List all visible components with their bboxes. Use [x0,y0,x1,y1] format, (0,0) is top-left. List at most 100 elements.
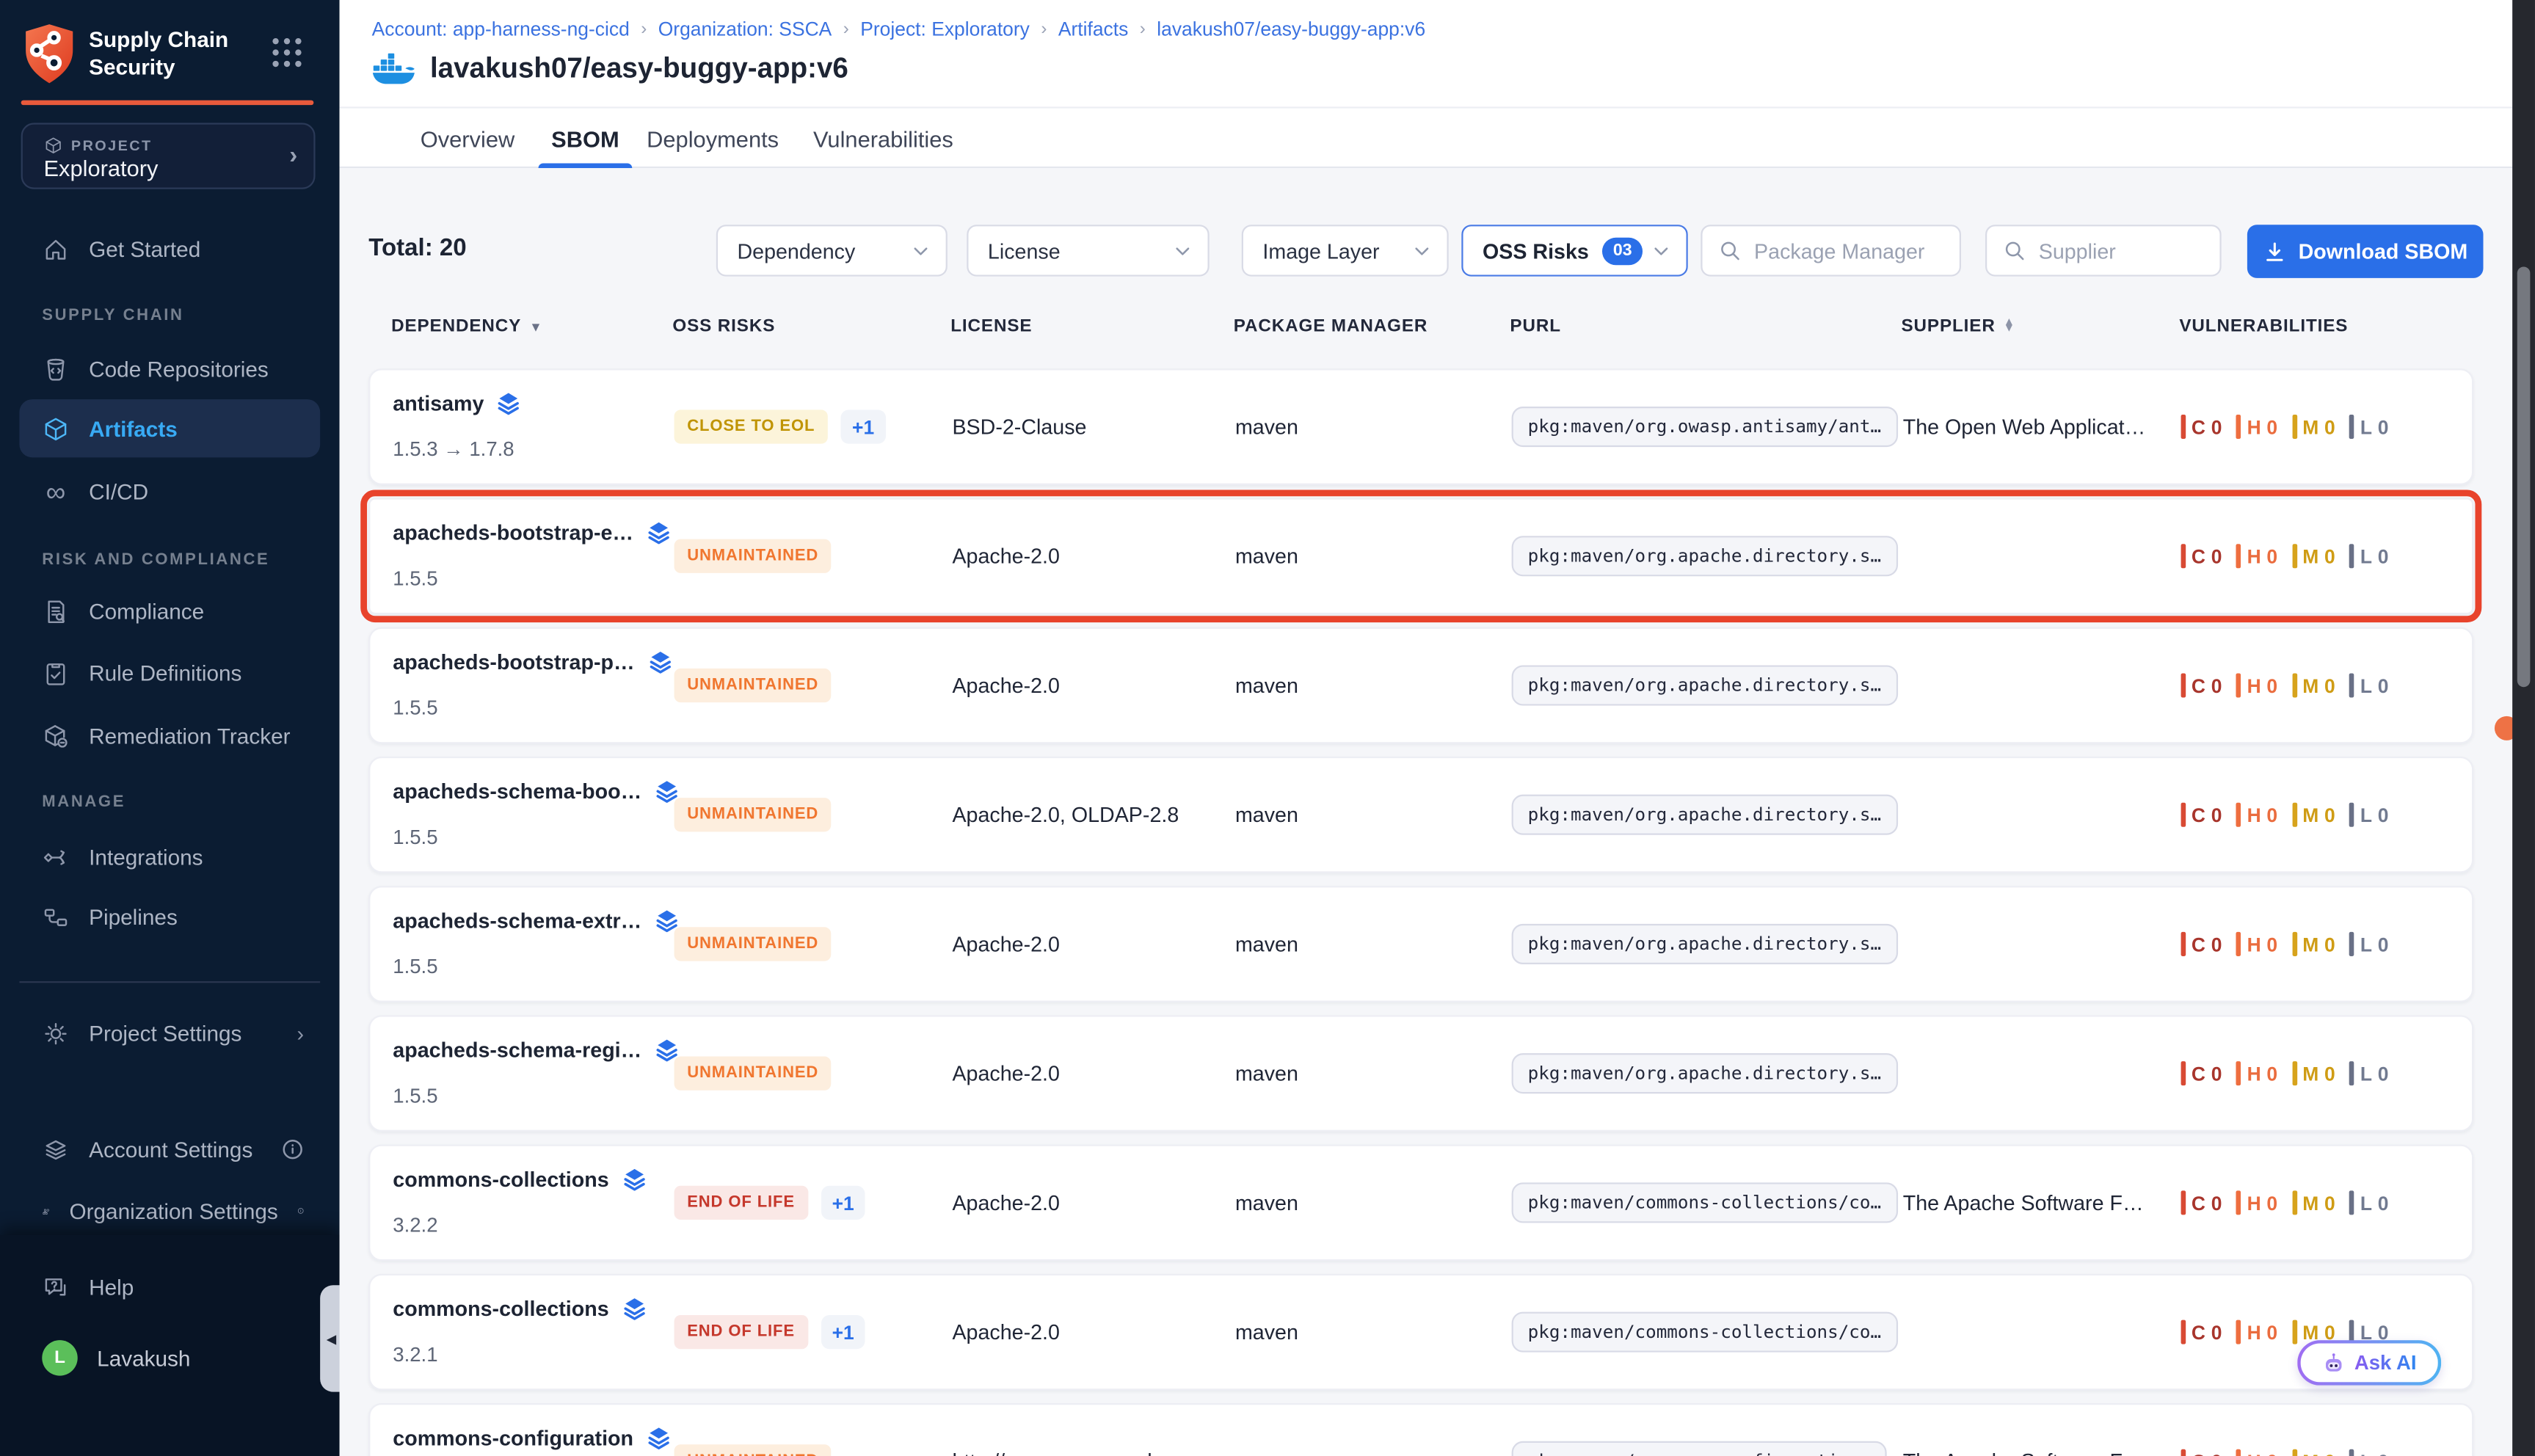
download-sbom-button[interactable]: Download SBOM [2247,225,2484,278]
docker-icon [372,51,415,85]
compliance-document-icon [42,597,69,625]
sidebar: Supply Chain Security PROJECT Explorator… [0,0,340,1456]
table-row[interactable]: apacheds-bootstrap-e… 1.5.5 UNMAINTAINED… [368,498,2473,614]
sidebar-item-cicd[interactable]: ∞ CI/CD [19,462,320,520]
sidebar-item-user[interactable]: L Lavakush [19,1329,320,1387]
oss-risk-badge: END OF LIFE [674,1186,808,1220]
sidebar-item-pipelines[interactable]: Pipelines [19,887,320,945]
license-cell: Apache-2.0 [952,1320,1059,1344]
tab-vulnerabilities[interactable]: Vulnerabilities [813,109,953,169]
purl-pill[interactable]: pkg:maven/org.apache.directory.s… [1512,795,1897,835]
purl-pill[interactable]: pkg:maven/org.apache.directory.s… [1512,665,1897,705]
package-manager-search-input[interactable]: Package Manager [1701,225,1961,276]
sidebar-item-label: Artifacts [89,416,304,440]
sidebar-item-integrations[interactable]: Integrations [19,828,320,886]
dropdown-label: Image Layer [1262,239,1379,263]
sidebar-item-account-settings[interactable]: Account Settings [19,1121,320,1179]
sidebar-item-compliance[interactable]: Compliance [19,582,320,640]
table-row[interactable]: commons-collections 3.2.2 END OF LIFE+1 … [368,1145,2473,1262]
dependency-filter-dropdown[interactable]: Dependency [716,225,948,276]
purl-pill[interactable]: pkg:maven/org.apache.directory.s… [1512,536,1897,576]
sbom-content: Total: 20 Dependency License Image Layer… [340,168,2535,1456]
tab-overview[interactable]: Overview [421,109,515,169]
sidebar-item-artifacts[interactable]: Artifacts [19,399,320,457]
tab-deployments[interactable]: Deployments [647,109,779,169]
vuln-high: H0 [2236,415,2277,439]
sidebar-item-get-started[interactable]: Get Started [19,220,320,278]
vuln-counts: C0H0M0L0 [2181,1449,2389,1456]
vuln-low: L0 [2350,1449,2389,1456]
table-row[interactable]: commons-collections 3.2.1 END OF LIFE+1 … [368,1274,2473,1391]
more-risks-badge[interactable]: +1 [821,1315,865,1349]
brand-divider [21,101,314,105]
page-title: lavakush07/easy-buggy-app:v6 [430,51,848,85]
sidebar-item-rule-definitions[interactable]: Rule Definitions [19,644,320,702]
project-selector[interactable]: PROJECT Exploratory › [21,123,316,189]
integrations-icon [42,843,69,870]
sidebar-item-project-settings[interactable]: Project Settings › [19,1004,320,1062]
table-row[interactable]: apacheds-bootstrap-p… 1.5.5 UNMAINTAINED… [368,627,2473,744]
app-switcher-icon[interactable] [270,35,304,69]
more-risks-badge[interactable]: +1 [821,1186,865,1220]
column-header-supplier[interactable]: SUPPLIER ▲▼ [1901,317,2015,336]
sidebar-item-label: Pipelines [89,904,304,928]
oss-risk-badge: UNMAINTAINED [674,1057,832,1091]
dependency-name: apacheds-bootstrap-p… [393,650,634,674]
purl-pill[interactable]: pkg:maven/commons-collections/co… [1512,1312,1897,1353]
license-cell: Apache-2.0 [952,1190,1059,1215]
user-name: Lavakush [97,1346,304,1370]
info-icon[interactable] [297,1199,304,1222]
package-manager-cell: maven [1235,415,1298,439]
purl-pill[interactable]: pkg:maven/org.apache.directory.s… [1512,924,1897,964]
sidebar-item-organization-settings[interactable]: Organization Settings [19,1182,320,1240]
table-row[interactable]: apacheds-schema-extr… 1.5.5 UNMAINTAINED… [368,886,2473,1002]
account-settings-icon [42,1135,69,1162]
vuln-high: H0 [2236,1320,2277,1344]
breadcrumb-link[interactable]: Artifacts [1058,18,1128,40]
image-layer-filter-dropdown[interactable]: Image Layer [1242,225,1449,276]
breadcrumb-link[interactable]: Organization: SSCA [658,18,832,40]
oss-risk-badge: UNMAINTAINED [674,1444,832,1456]
oss-risks-filter-dropdown[interactable]: OSS Risks 03 [1461,225,1687,276]
license-cell: Apache-2.0 [952,932,1059,956]
table-row[interactable]: apacheds-schema-regi… 1.5.5 UNMAINTAINED… [368,1015,2473,1132]
purl-pill[interactable]: pkg:maven/org.apache.directory.s… [1512,1053,1897,1093]
breadcrumb-link[interactable]: Account: app-harness-ng-cicd [372,18,630,40]
vuln-medium: M0 [2292,415,2335,439]
dependency-version: 3.2.2 [393,1214,646,1237]
sidebar-footer: Help L Lavakush [0,1235,340,1456]
sidebar-item-code-repositories[interactable]: Code Repositories [19,340,320,398]
tab-sbom[interactable]: SBOM [551,109,619,169]
purl-pill[interactable]: pkg:maven/commons-configuration… [1512,1441,1887,1456]
vuln-high: H0 [2236,1449,2277,1456]
info-icon[interactable] [281,1138,304,1161]
license-cell: Apache-2.0 [952,673,1059,697]
scrollbar-thumb[interactable] [2517,266,2531,687]
ask-ai-button[interactable]: Ask AI [2297,1340,2441,1386]
license-filter-dropdown[interactable]: License [967,225,1209,276]
vuln-medium: M0 [2292,1061,2335,1085]
column-label: VULNERABILITIES [2179,317,2348,336]
oss-risk-badges: CLOSE TO EOL+1 [674,410,886,443]
vuln-critical: C0 [2181,1061,2222,1085]
supplier-search-input[interactable]: Supplier [1985,225,2222,276]
vuln-critical: C0 [2181,1190,2222,1215]
table-row[interactable]: apacheds-schema-boo… 1.5.5 UNMAINTAINED … [368,757,2473,873]
breadcrumb-link[interactable]: Project: Exploratory [860,18,1030,40]
page-scrollbar[interactable] [2512,0,2535,1456]
table-row[interactable]: antisamy 1.5.3 → 1.7.8 CLOSE TO EOL+1 BS… [368,368,2473,485]
purl-pill[interactable]: pkg:maven/commons-collections/co… [1512,1182,1897,1223]
license-cell: BSD-2-Clause [952,415,1086,439]
table-row[interactable]: commons-configuration UNMAINTAINED http:… [368,1403,2473,1456]
column-header-purl: PURL [1510,317,1560,336]
download-icon [2263,240,2285,263]
sidebar-item-label: Rule Definitions [89,660,304,685]
more-risks-badge[interactable]: +1 [841,410,886,443]
column-header-dependency[interactable]: DEPENDENCY ▼ [391,317,542,336]
sidebar-divider [19,981,320,983]
oss-risk-badge: END OF LIFE [674,1315,808,1349]
breadcrumb-link[interactable]: lavakush07/easy-buggy-app:v6 [1157,18,1425,40]
sidebar-item-remediation-tracker[interactable]: Remediation Tracker [19,707,320,765]
purl-pill[interactable]: pkg:maven/org.owasp.antisamy/ant… [1512,407,1897,447]
sidebar-item-help[interactable]: Help [19,1258,320,1316]
